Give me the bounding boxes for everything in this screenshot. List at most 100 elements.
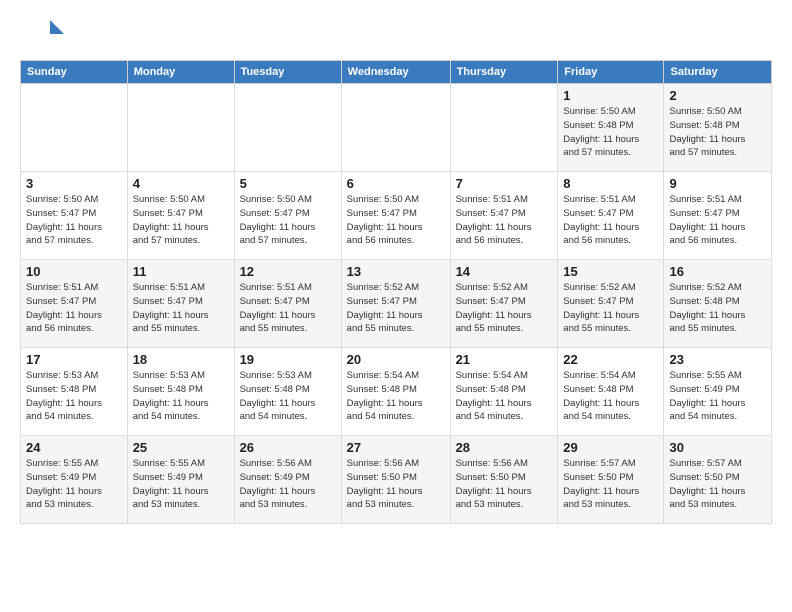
- day-info: Sunrise: 5:52 AMSunset: 5:47 PMDaylight:…: [347, 281, 445, 336]
- weekday-header-monday: Monday: [127, 61, 234, 84]
- day-info: Sunrise: 5:50 AMSunset: 5:48 PMDaylight:…: [563, 105, 658, 160]
- calendar-cell: 17 Sunrise: 5:53 AMSunset: 5:48 PMDayligh…: [21, 348, 128, 436]
- calendar-cell: 1 Sunrise: 5:50 AMSunset: 5:48 PMDaylight…: [558, 84, 664, 172]
- day-info: Sunrise: 5:53 AMSunset: 5:48 PMDaylight:…: [26, 369, 122, 424]
- calendar-cell: 10 Sunrise: 5:51 AMSunset: 5:47 PMDayligh…: [21, 260, 128, 348]
- calendar-cell: 11 Sunrise: 5:51 AMSunset: 5:47 PMDayligh…: [127, 260, 234, 348]
- calendar-table: SundayMondayTuesdayWednesdayThursdayFrid…: [20, 60, 772, 524]
- calendar-cell: [450, 84, 558, 172]
- calendar-cell: 29 Sunrise: 5:57 AMSunset: 5:50 PMDayligh…: [558, 436, 664, 524]
- calendar-cell: 12Sunrise: 5:51 AMSunset: 5:47 PMDayligh…: [234, 260, 341, 348]
- weekday-header-saturday: Saturday: [664, 61, 772, 84]
- day-number: 14: [456, 264, 553, 279]
- day-info: Sunrise: 5:51 AMSunset: 5:47 PMDaylight:…: [133, 281, 229, 336]
- day-number: 29: [563, 440, 658, 455]
- day-info: Sunrise: 5:57 AMSunset: 5:50 PMDaylight:…: [669, 457, 766, 512]
- calendar-cell: 27 Sunrise: 5:56 AMSunset: 5:50 PMDayligh…: [341, 436, 450, 524]
- day-info: Sunrise: 5:51 AMSunset: 5:47 PMDaylight:…: [240, 281, 336, 336]
- calendar-cell: 19Sunrise: 5:53 AMSunset: 5:48 PMDayligh…: [234, 348, 341, 436]
- day-number: 16: [669, 264, 766, 279]
- logo: General Blue: [20, 16, 68, 52]
- day-info: Sunrise: 5:57 AMSunset: 5:50 PMDaylight:…: [563, 457, 658, 512]
- day-number: 24: [26, 440, 122, 455]
- day-number: 17: [26, 352, 122, 367]
- weekday-header-row: SundayMondayTuesdayWednesdayThursdayFrid…: [21, 61, 772, 84]
- calendar-page: General Blue SundayMondayTuesdayWednesda…: [0, 0, 792, 612]
- week-row-3: 10 Sunrise: 5:51 AMSunset: 5:47 PMDayligh…: [21, 260, 772, 348]
- day-info: Sunrise: 5:56 AMSunset: 5:50 PMDaylight:…: [347, 457, 445, 512]
- week-row-1: 1 Sunrise: 5:50 AMSunset: 5:48 PMDaylight…: [21, 84, 772, 172]
- calendar-cell: 6 Sunrise: 5:50 AMSunset: 5:47 PMDaylight…: [341, 172, 450, 260]
- day-number: 19: [240, 352, 336, 367]
- day-info: Sunrise: 5:50 AMSunset: 5:47 PMDaylight:…: [347, 193, 445, 248]
- calendar-cell: [234, 84, 341, 172]
- day-info: Sunrise: 5:51 AMSunset: 5:47 PMDaylight:…: [669, 193, 766, 248]
- day-info: Sunrise: 5:52 AMSunset: 5:48 PMDaylight:…: [669, 281, 766, 336]
- day-number: 11: [133, 264, 229, 279]
- day-info: Sunrise: 5:52 AMSunset: 5:47 PMDaylight:…: [456, 281, 553, 336]
- day-info: Sunrise: 5:50 AMSunset: 5:47 PMDaylight:…: [133, 193, 229, 248]
- weekday-header-tuesday: Tuesday: [234, 61, 341, 84]
- day-number: 23: [669, 352, 766, 367]
- day-number: 22: [563, 352, 658, 367]
- weekday-header-wednesday: Wednesday: [341, 61, 450, 84]
- day-info: Sunrise: 5:51 AMSunset: 5:47 PMDaylight:…: [26, 281, 122, 336]
- calendar-cell: 30 Sunrise: 5:57 AMSunset: 5:50 PMDayligh…: [664, 436, 772, 524]
- calendar-cell: 16 Sunrise: 5:52 AMSunset: 5:48 PMDayligh…: [664, 260, 772, 348]
- calendar-cell: 18Sunrise: 5:53 AMSunset: 5:48 PMDayligh…: [127, 348, 234, 436]
- calendar-cell: 28 Sunrise: 5:56 AMSunset: 5:50 PMDayligh…: [450, 436, 558, 524]
- day-number: 21: [456, 352, 553, 367]
- calendar-cell: [341, 84, 450, 172]
- day-number: 27: [347, 440, 445, 455]
- day-number: 2: [669, 88, 766, 103]
- day-number: 7: [456, 176, 553, 191]
- calendar-cell: 23 Sunrise: 5:55 AMSunset: 5:49 PMDayligh…: [664, 348, 772, 436]
- weekday-header-friday: Friday: [558, 61, 664, 84]
- calendar-cell: [21, 84, 128, 172]
- day-info: Sunrise: 5:50 AMSunset: 5:48 PMDaylight:…: [669, 105, 766, 160]
- calendar-cell: 8 Sunrise: 5:51 AMSunset: 5:47 PMDaylight…: [558, 172, 664, 260]
- day-info: Sunrise: 5:55 AMSunset: 5:49 PMDaylight:…: [133, 457, 229, 512]
- calendar-cell: 5 Sunrise: 5:50 AMSunset: 5:47 PMDaylight…: [234, 172, 341, 260]
- week-row-5: 24 Sunrise: 5:55 AMSunset: 5:49 PMDayligh…: [21, 436, 772, 524]
- day-number: 30: [669, 440, 766, 455]
- day-number: 15: [563, 264, 658, 279]
- calendar-cell: 25 Sunrise: 5:55 AMSunset: 5:49 PMDayligh…: [127, 436, 234, 524]
- calendar-cell: 2 Sunrise: 5:50 AMSunset: 5:48 PMDaylight…: [664, 84, 772, 172]
- calendar-cell: 7 Sunrise: 5:51 AMSunset: 5:47 PMDaylight…: [450, 172, 558, 260]
- day-info: Sunrise: 5:53 AMSunset: 5:48 PMDaylight:…: [133, 369, 229, 424]
- day-info: Sunrise: 5:51 AMSunset: 5:47 PMDaylight:…: [563, 193, 658, 248]
- day-number: 3: [26, 176, 122, 191]
- day-info: Sunrise: 5:51 AMSunset: 5:47 PMDaylight:…: [456, 193, 553, 248]
- day-number: 5: [240, 176, 336, 191]
- day-info: Sunrise: 5:54 AMSunset: 5:48 PMDaylight:…: [347, 369, 445, 424]
- calendar-cell: 9Sunrise: 5:51 AMSunset: 5:47 PMDaylight…: [664, 172, 772, 260]
- logo-svg: [20, 16, 64, 52]
- calendar-cell: 24 Sunrise: 5:55 AMSunset: 5:49 PMDayligh…: [21, 436, 128, 524]
- calendar-header: SundayMondayTuesdayWednesdayThursdayFrid…: [21, 61, 772, 84]
- calendar-cell: 4 Sunrise: 5:50 AMSunset: 5:47 PMDaylight…: [127, 172, 234, 260]
- day-number: 1: [563, 88, 658, 103]
- header: General Blue: [20, 16, 772, 52]
- day-number: 26: [240, 440, 336, 455]
- day-number: 6: [347, 176, 445, 191]
- day-number: 10: [26, 264, 122, 279]
- day-info: Sunrise: 5:55 AMSunset: 5:49 PMDaylight:…: [669, 369, 766, 424]
- calendar-cell: 20Sunrise: 5:54 AMSunset: 5:48 PMDayligh…: [341, 348, 450, 436]
- day-info: Sunrise: 5:56 AMSunset: 5:49 PMDaylight:…: [240, 457, 336, 512]
- calendar-cell: 13 Sunrise: 5:52 AMSunset: 5:47 PMDayligh…: [341, 260, 450, 348]
- calendar-cell: 3 Sunrise: 5:50 AMSunset: 5:47 PMDaylight…: [21, 172, 128, 260]
- day-number: 28: [456, 440, 553, 455]
- calendar-cell: [127, 84, 234, 172]
- day-info: Sunrise: 5:50 AMSunset: 5:47 PMDaylight:…: [26, 193, 122, 248]
- day-info: Sunrise: 5:50 AMSunset: 5:47 PMDaylight:…: [240, 193, 336, 248]
- week-row-4: 17 Sunrise: 5:53 AMSunset: 5:48 PMDayligh…: [21, 348, 772, 436]
- day-number: 4: [133, 176, 229, 191]
- calendar-cell: 22Sunrise: 5:54 AMSunset: 5:48 PMDayligh…: [558, 348, 664, 436]
- day-number: 8: [563, 176, 658, 191]
- day-info: Sunrise: 5:56 AMSunset: 5:50 PMDaylight:…: [456, 457, 553, 512]
- day-info: Sunrise: 5:55 AMSunset: 5:49 PMDaylight:…: [26, 457, 122, 512]
- day-number: 25: [133, 440, 229, 455]
- week-row-2: 3 Sunrise: 5:50 AMSunset: 5:47 PMDaylight…: [21, 172, 772, 260]
- day-number: 13: [347, 264, 445, 279]
